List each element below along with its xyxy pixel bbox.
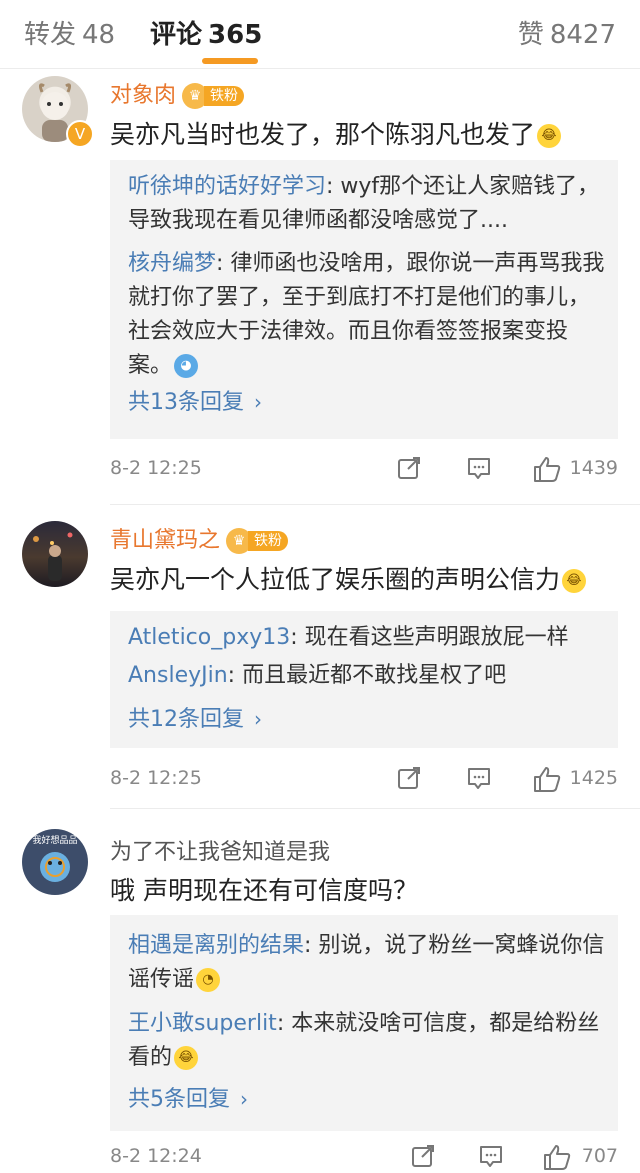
comment-text: 哦 声明现在还有可信度吗？	[110, 871, 418, 907]
comment-time: 8-2 12:24	[110, 1145, 202, 1167]
laugh-cry-emoji: 😂	[174, 1046, 199, 1070]
repost-icon[interactable]	[396, 455, 422, 481]
comment-icon[interactable]	[466, 455, 492, 481]
tab-repost-label: 转发	[24, 20, 77, 50]
reply-text: : 而且最近都不敢找星权了吧	[227, 663, 507, 688]
reply-item[interactable]: 王小敢superlit: 本来就没啥可信度，都是给粉丝看的 😂	[128, 1007, 606, 1075]
view-more-replies-link[interactable]: 共12条回复 ›	[128, 701, 262, 733]
comment-text: 吴亦凡一个人拉低了娱乐圈的声明公信力 😂	[110, 560, 587, 596]
view-more-replies-link[interactable]: 共5条回复 ›	[128, 1081, 248, 1113]
username[interactable]: 青山黛玛之 ♛ 铁粉	[110, 522, 289, 554]
thumbs-up-icon[interactable]	[532, 765, 562, 793]
comment-count: 365	[208, 20, 263, 50]
tab-repost[interactable]: 转发 48	[24, 14, 115, 51]
repost-icon[interactable]	[396, 765, 422, 791]
comment-time: 8-2 12:25	[110, 767, 202, 789]
more-replies-label: 共13条回复	[128, 390, 244, 415]
username[interactable]: 为了不让我爸知道是我	[110, 834, 330, 866]
divider	[110, 808, 640, 809]
reply-item[interactable]: Atletico_pxy13: 现在看这些声明跟放屁一样	[128, 621, 606, 655]
reply-item[interactable]: AnsleyJin: 而且最近都不敢找星权了吧	[128, 659, 606, 693]
repost-count: 48	[82, 20, 116, 50]
more-replies-label: 共12条回复	[128, 707, 244, 732]
avatar-caption: 我好想品品	[32, 834, 77, 846]
reply-box: 相遇是离别的结果: 别说，说了粉丝一窝蜂说你信谣传谣 ◔ 王小敢superlit:…	[110, 915, 618, 1131]
comment-meta: 8-2 12:25 1425	[110, 765, 618, 795]
like-count: 8427	[549, 20, 616, 50]
fan-badge-label: 铁粉	[248, 531, 289, 551]
reply-username[interactable]: Atletico_pxy13	[128, 625, 290, 650]
doraemon-emoji: ◕	[174, 354, 199, 378]
reply-item[interactable]: 相遇是离别的结果: 别说，说了粉丝一窝蜂说你信谣传谣 ◔	[128, 929, 606, 997]
like-count: 707	[581, 1145, 618, 1167]
reply-item[interactable]: 听徐坤的话好好学习: wyf那个还让人家赔钱了，导致我现在看见律师函都没啥感觉了…	[128, 170, 606, 238]
chevron-right-icon: ›	[240, 1087, 248, 1111]
tab-like[interactable]: 赞 8427	[518, 14, 616, 51]
chevron-right-icon: ›	[254, 707, 262, 731]
active-tab-indicator	[202, 58, 258, 64]
comment-icon[interactable]	[466, 765, 492, 791]
reply-username[interactable]: 听徐坤的话好好学习	[128, 174, 326, 199]
tab-like-label: 赞	[517, 20, 544, 50]
reply-text: : 现在看这些声明跟放屁一样	[290, 625, 569, 650]
like-count: 1425	[569, 767, 618, 789]
laugh-cry-emoji: 😂	[562, 569, 587, 593]
tab-comment-label: 评论	[150, 20, 203, 50]
comment-meta: 8-2 12:25 1439	[110, 455, 618, 485]
fan-badge: ♛ 铁粉	[226, 528, 289, 554]
chevron-right-icon: ›	[254, 390, 262, 414]
repost-icon[interactable]	[410, 1143, 436, 1169]
tab-bar: 转发 48 评论 365 赞 8427	[0, 0, 640, 69]
username-text: 为了不让我爸知道是我	[110, 840, 331, 865]
avatar[interactable]: 我好想品品	[22, 829, 88, 895]
more-replies-label: 共5条回复	[128, 1087, 230, 1112]
comment-time: 8-2 12:25	[110, 457, 202, 479]
reply-box: Atletico_pxy13: 现在看这些声明跟放屁一样 AnsleyJin: …	[110, 611, 618, 748]
tab-comment[interactable]: 评论 365	[150, 14, 262, 51]
like-count: 1439	[569, 457, 618, 479]
reply-item[interactable]: 核舟编梦: 律师函也没啥用，跟你说一声再骂我我就打你了罢了，至于到底打不打是他们…	[128, 247, 606, 383]
avatar-figure	[33, 532, 73, 581]
doge-emoji: ◔	[196, 968, 221, 992]
laugh-cry-emoji: 😂	[537, 124, 562, 148]
divider	[110, 504, 640, 505]
comment-text-content: 吴亦凡当时也发了，那个陈羽凡也发了	[110, 120, 536, 149]
avatar[interactable]	[22, 521, 88, 587]
reply-username[interactable]: AnsleyJin	[128, 663, 228, 688]
thumbs-up-icon[interactable]	[542, 1143, 572, 1171]
view-more-replies-link[interactable]: 共13条回复 ›	[128, 384, 262, 416]
comment-text-content: 哦 声明现在还有可信度吗？	[110, 876, 418, 905]
username[interactable]: 对象肉 ♛ 铁粉	[110, 77, 245, 109]
fan-badge: ♛ 铁粉	[182, 83, 245, 109]
verified-badge-icon: V	[66, 120, 94, 148]
username-text: 青山黛玛之	[110, 528, 221, 553]
reply-username[interactable]: 核舟编梦	[128, 251, 216, 276]
reply-box: 听徐坤的话好好学习: wyf那个还让人家赔钱了，导致我现在看见律师函都没啥感觉了…	[110, 160, 618, 439]
avatar-figure: 我好想品品	[32, 834, 78, 882]
comment-meta: 8-2 12:24 707	[110, 1143, 618, 1173]
reply-username[interactable]: 王小敢superlit	[128, 1011, 277, 1036]
fan-badge-label: 铁粉	[204, 86, 245, 106]
thumbs-up-icon[interactable]	[532, 455, 562, 483]
comment-text-content: 吴亦凡一个人拉低了娱乐圈的声明公信力	[110, 565, 561, 594]
reply-username[interactable]: 相遇是离别的结果	[128, 933, 304, 958]
comment-text: 吴亦凡当时也发了，那个陈羽凡也发了 😂	[110, 115, 562, 151]
username-text: 对象肉	[110, 83, 177, 108]
comment-icon[interactable]	[478, 1143, 504, 1169]
